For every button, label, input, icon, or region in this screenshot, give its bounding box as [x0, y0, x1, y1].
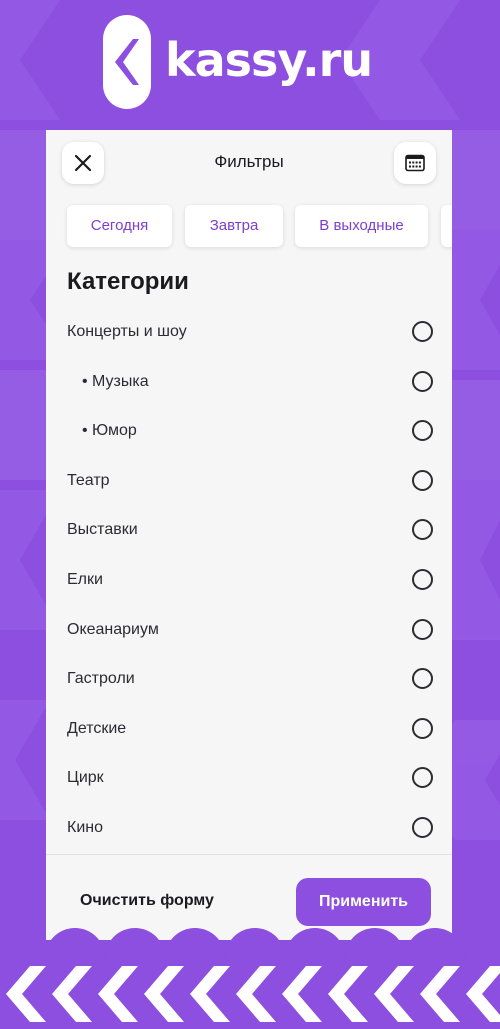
category-item[interactable]: Театр: [46, 456, 452, 506]
radio-button[interactable]: [412, 816, 433, 838]
categories-title: Категории: [67, 268, 189, 295]
category-item[interactable]: Детские: [46, 704, 452, 754]
panel-title: Фильтры: [214, 152, 284, 171]
category-item[interactable]: Гастроли: [46, 654, 452, 704]
brand-name: kassy.ru: [165, 33, 373, 87]
category-label: Океанариум: [67, 620, 159, 638]
category-item[interactable]: Цирк: [46, 753, 452, 803]
category-label: • Юмор: [82, 422, 137, 440]
category-item[interactable]: Кино: [46, 803, 452, 853]
calendar-icon: [405, 154, 425, 172]
category-label: Концерты и шоу: [67, 323, 187, 340]
category-label: Детские: [67, 719, 127, 737]
radio-button[interactable]: [412, 321, 433, 342]
decorative-bottom-strip: [0, 926, 500, 1024]
category-label: Елки: [67, 570, 103, 588]
filters-panel: Фильтры Сегодня Завтра В выходные Катего…: [46, 130, 452, 940]
category-item[interactable]: Концерты и шоу: [46, 307, 452, 357]
category-list: Концерты и шоу • Музыка • Юмор Театр Выс…: [46, 307, 452, 853]
radio-button[interactable]: [412, 767, 433, 789]
clear-form-button[interactable]: Очистить форму: [80, 892, 214, 910]
radio-button[interactable]: [412, 717, 433, 739]
category-label: Театр: [67, 471, 110, 489]
panel-topbar: Фильтры: [46, 130, 452, 194]
category-label: Выставки: [67, 521, 138, 539]
category-label: Гастроли: [67, 670, 135, 688]
radio-button[interactable]: [412, 370, 433, 392]
chip-weekend[interactable]: В выходные: [295, 205, 428, 247]
app-header: kassy.ru: [0, 0, 500, 130]
radio-button[interactable]: [412, 469, 433, 491]
radio-button[interactable]: [412, 668, 433, 690]
radio-button[interactable]: [412, 420, 433, 442]
subcategory-item[interactable]: • Музыка: [46, 357, 452, 407]
category-label: Цирк: [67, 769, 104, 787]
chip-today[interactable]: Сегодня: [67, 205, 172, 247]
category-label: • Музыка: [82, 372, 149, 390]
apply-button[interactable]: Применить: [296, 878, 431, 926]
category-label: Кино: [67, 818, 103, 836]
date-chips: Сегодня Завтра В выходные: [46, 205, 452, 247]
category-item[interactable]: Елки: [46, 555, 452, 605]
category-item[interactable]: Выставки: [46, 505, 452, 555]
calendar-button[interactable]: [394, 142, 436, 184]
chip-more[interactable]: [441, 205, 452, 247]
category-item[interactable]: Океанариум: [46, 605, 452, 655]
radio-button[interactable]: [412, 568, 433, 590]
kassy-logo-icon: [103, 15, 151, 109]
radio-button[interactable]: [412, 519, 433, 541]
chip-tomorrow[interactable]: Завтра: [185, 205, 283, 247]
subcategory-item[interactable]: • Юмор: [46, 406, 452, 456]
radio-button[interactable]: [412, 618, 433, 640]
